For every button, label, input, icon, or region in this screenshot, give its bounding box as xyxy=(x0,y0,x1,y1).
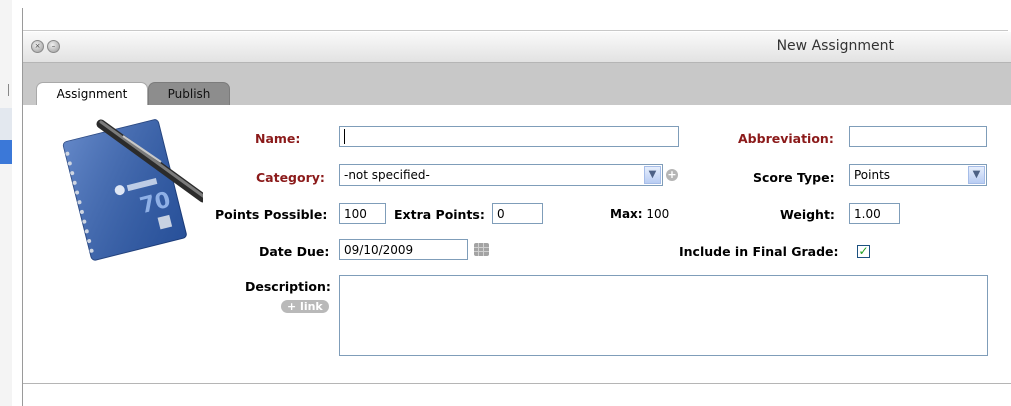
text-cursor xyxy=(344,129,345,144)
title-bar: × – New Assignment xyxy=(23,32,1011,63)
name-label: Name: xyxy=(255,131,301,146)
tab-bar: Assignment Publish xyxy=(23,63,1011,105)
score-type-value: Points xyxy=(854,168,891,182)
tab-assignment[interactable]: Assignment xyxy=(36,82,148,105)
background-app-edge xyxy=(0,0,12,406)
add-link-button[interactable]: + link xyxy=(281,300,329,313)
edge-mark xyxy=(8,84,9,96)
description-textarea[interactable] xyxy=(339,275,988,356)
window-title: New Assignment xyxy=(776,38,894,54)
score-type-label: Score Type: xyxy=(753,170,835,185)
add-category-icon[interactable]: + xyxy=(666,169,678,181)
description-label: Description: xyxy=(245,279,331,294)
points-possible-label: Points Possible: xyxy=(215,207,328,222)
close-icon[interactable]: × xyxy=(31,40,44,53)
divider xyxy=(23,30,1008,31)
minimize-icon[interactable]: – xyxy=(47,40,60,53)
notebook-icon: 70 xyxy=(62,119,208,261)
chevron-down-icon[interactable]: ▼ xyxy=(644,166,661,184)
tab-publish[interactable]: Publish xyxy=(148,82,230,105)
abbreviation-input[interactable] xyxy=(849,126,987,147)
edge-selection xyxy=(0,140,12,164)
calendar-icon[interactable] xyxy=(474,243,489,256)
date-due-label: Date Due: xyxy=(259,244,330,259)
abbreviation-label: Abbreviation: xyxy=(738,131,834,146)
extra-points-input[interactable] xyxy=(492,203,543,224)
chevron-down-icon[interactable]: ▼ xyxy=(968,166,985,184)
extra-points-label: Extra Points: xyxy=(394,207,485,222)
divider xyxy=(23,383,1011,384)
max-value: 100 xyxy=(646,207,670,221)
name-input[interactable] xyxy=(339,126,679,147)
edge-strip xyxy=(0,108,12,140)
date-due-input[interactable] xyxy=(339,239,468,260)
category-label: Category: xyxy=(256,170,325,185)
max-label: Max: xyxy=(610,207,643,221)
points-possible-input[interactable] xyxy=(339,203,386,224)
weight-label: Weight: xyxy=(780,207,835,222)
weight-input[interactable] xyxy=(849,203,900,224)
category-value: -not specified- xyxy=(344,168,430,182)
max-readout: Max: 100 xyxy=(610,207,669,221)
notebook-illustration: 70 xyxy=(53,106,208,266)
new-assignment-dialog: × – New Assignment Assignment Publish 70 xyxy=(22,8,1011,406)
score-type-select[interactable]: Points ▼ xyxy=(849,164,987,186)
include-final-grade-label: Include in Final Grade: xyxy=(679,244,839,259)
include-final-grade-checkbox[interactable]: ✓ xyxy=(857,245,870,258)
category-select[interactable]: -not specified- ▼ xyxy=(339,164,663,186)
